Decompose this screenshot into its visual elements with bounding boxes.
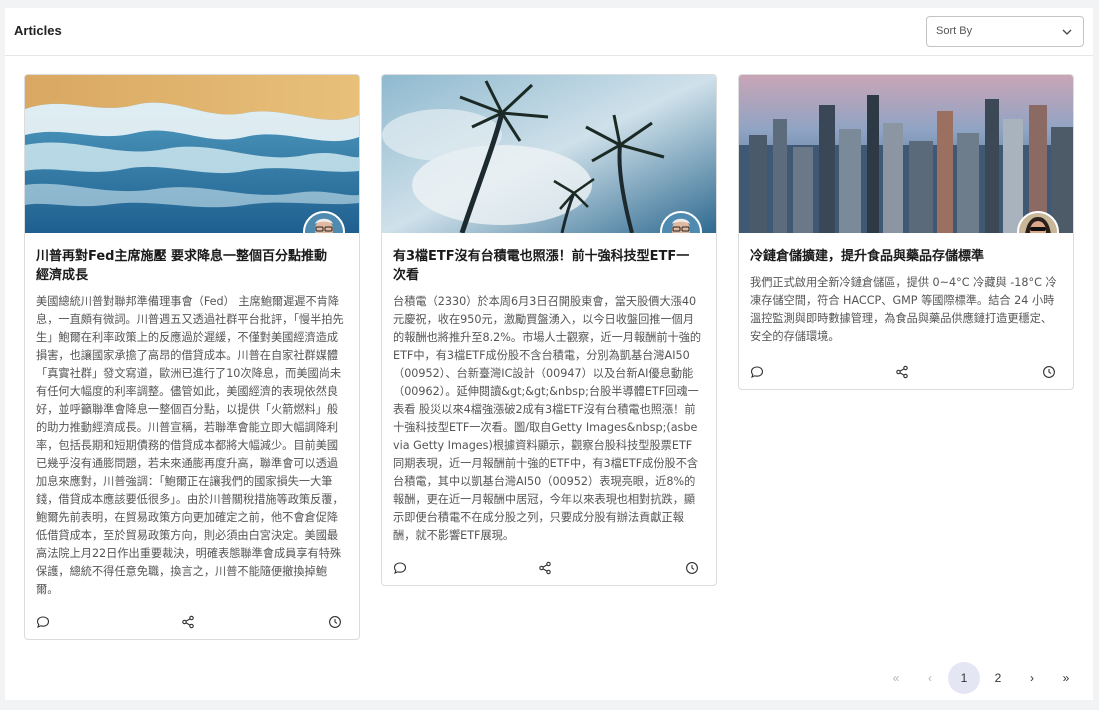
clock-icon[interactable] xyxy=(685,561,699,575)
article-excerpt: 美國總統川普對聯邦準備理事會（Fed） 主席鮑爾遲遲不肯降息，一直頗有微詞。川普… xyxy=(36,295,344,596)
last-page-button[interactable]: » xyxy=(1050,662,1082,694)
clock-icon[interactable] xyxy=(1042,365,1056,379)
article-image xyxy=(382,75,716,233)
clock-icon[interactable] xyxy=(328,615,342,629)
sort-select-label: Sort By xyxy=(936,25,973,37)
first-page-button[interactable]: « xyxy=(880,662,912,694)
comment-icon[interactable] xyxy=(393,561,407,575)
article-card[interactable]: 冷鏈倉儲擴建，提升食品與藥品存儲標準 我們正式啟用全新冷鏈倉儲區，提供 0~4°… xyxy=(738,74,1074,390)
article-actions xyxy=(25,615,359,635)
article-title[interactable]: 川普再對Fed主席施壓 要求降息一整個百分點推動經濟成長 xyxy=(36,247,339,285)
share-icon[interactable] xyxy=(538,561,552,575)
article-card[interactable]: 川普再對Fed主席施壓 要求降息一整個百分點推動經濟成長 美國總統川普對聯邦準備… xyxy=(24,74,360,640)
article-excerpt: 台積電（2330）於本周6月3日召開股東會，當天股價大漲40元慶祝，收在950元… xyxy=(393,295,702,542)
panel-header: Articles Sort By xyxy=(5,8,1093,56)
article-title[interactable]: 冷鏈倉儲擴建，提升食品與藥品存儲標準 xyxy=(750,247,1053,266)
share-icon[interactable] xyxy=(895,365,909,379)
article-image xyxy=(739,75,1073,233)
comment-icon[interactable] xyxy=(36,615,50,629)
article-card[interactable]: 有3檔ETF沒有台積電也照漲！前十強科技型ETF一次看 台積電（2330）於本周… xyxy=(381,74,717,586)
prev-page-button[interactable]: ‹ xyxy=(914,662,946,694)
article-actions xyxy=(382,561,716,581)
next-page-button[interactable]: › xyxy=(1016,662,1048,694)
page-1-button[interactable]: 1 xyxy=(948,662,980,694)
article-actions xyxy=(739,365,1073,385)
articles-panel: Articles Sort By 川普再對Fed主席施壓 要求降息一整個百分點推… xyxy=(5,8,1093,700)
comment-icon[interactable] xyxy=(750,365,764,379)
article-excerpt: 我們正式啟用全新冷鏈倉儲區，提供 0~4°C 冷藏與 -18°C 冷凍存儲空間，… xyxy=(750,276,1057,343)
page-2-button[interactable]: 2 xyxy=(982,662,1014,694)
article-title[interactable]: 有3檔ETF沒有台積電也照漲！前十強科技型ETF一次看 xyxy=(393,247,696,285)
share-icon[interactable] xyxy=(181,615,195,629)
page-title: Articles xyxy=(14,23,62,38)
article-image xyxy=(25,75,359,233)
sort-select[interactable]: Sort By xyxy=(926,16,1084,47)
chevron-down-icon xyxy=(1062,29,1072,35)
pagination: « ‹ 1 2 › » xyxy=(880,662,1090,694)
